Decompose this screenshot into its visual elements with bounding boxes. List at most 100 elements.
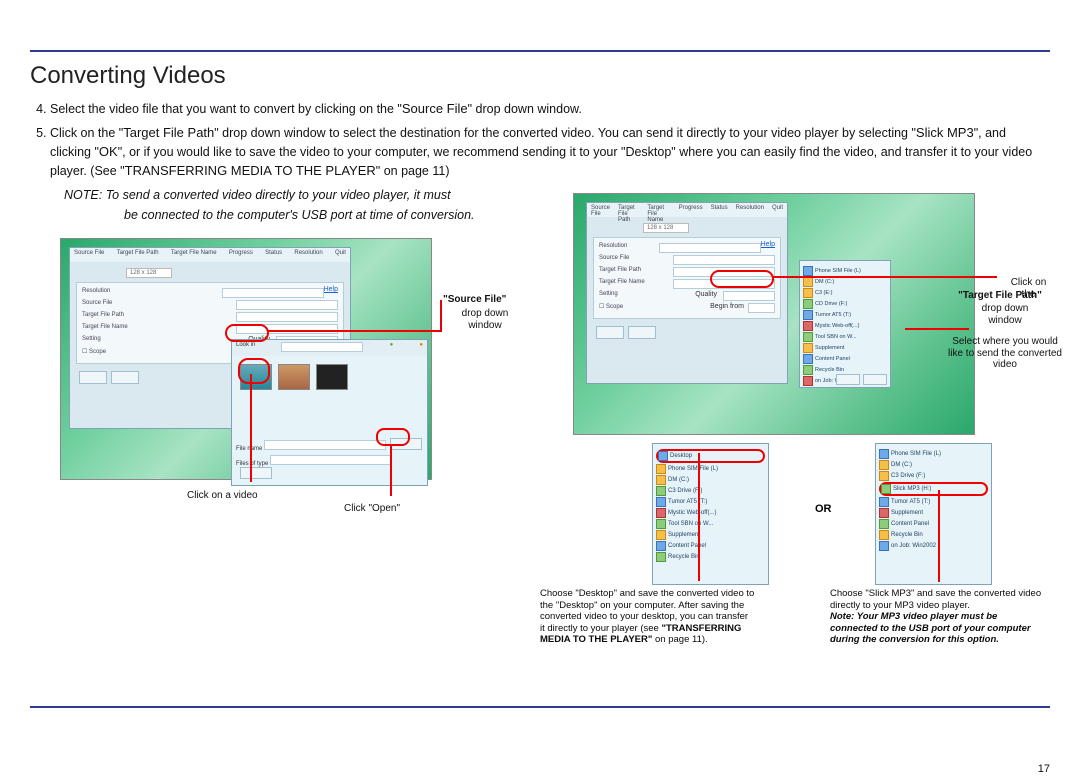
btn-b[interactable] <box>111 371 139 384</box>
redline-vid-v <box>250 374 252 482</box>
folder-item[interactable]: Content Panel <box>879 519 988 529</box>
step-4: Select the video file that you want to c… <box>50 100 1050 119</box>
fieldr-res[interactable] <box>659 243 761 253</box>
fieldr-begin[interactable] <box>748 303 775 313</box>
folder-item[interactable]: Phone SIM File (L) <box>656 464 765 474</box>
figures-area: Source File Target File Path Target File… <box>30 228 1050 698</box>
folder-item[interactable]: CD Drive (F:) <box>803 299 887 309</box>
redline-tfp-h <box>772 276 997 278</box>
lbl-tfn: Target File Name <box>82 324 128 334</box>
red-circle-open <box>376 428 410 446</box>
lblr-res: Resolution <box>599 243 627 253</box>
redline-popR-v <box>938 490 940 582</box>
note-label: NOTE: <box>64 188 102 202</box>
btnr-b[interactable] <box>628 326 656 339</box>
lblr-src: Source File <box>599 255 629 265</box>
red-circle-tfp <box>710 270 774 288</box>
redline-sel-h <box>905 328 969 330</box>
cancel-button-r[interactable] <box>863 374 887 385</box>
help-link-r[interactable]: Help <box>761 241 775 248</box>
source-file-dropdown[interactable] <box>236 300 338 310</box>
quote-source-file: Source File <box>402 101 468 116</box>
video-thumb-2[interactable] <box>278 364 310 390</box>
folder-item[interactable]: C3 Drive (F:) <box>656 486 765 496</box>
converter-window-r: Source File Target File Path Target File… <box>586 202 788 384</box>
address-field[interactable] <box>281 342 363 352</box>
video-thumb-3[interactable] <box>316 364 348 390</box>
folder-item[interactable]: Mystic Web-off(...) <box>656 508 765 518</box>
callout-click-open: Click "Open" <box>344 503 400 515</box>
page-number: 17 <box>1038 763 1050 775</box>
quote-ok: OK <box>99 144 118 159</box>
folder-item[interactable]: Phone SIM File (L) <box>803 266 887 276</box>
folder-item[interactable]: Content Panel <box>656 541 765 551</box>
col-source: Source File <box>70 248 108 262</box>
callout-source-file: "Source File" <box>443 294 506 306</box>
caption-slick: Choose "Slick MP3" and save the converte… <box>830 588 1045 645</box>
colr-quit: Quit <box>768 203 787 217</box>
lbl-tfp: Target File Path <box>82 312 124 322</box>
folder-item[interactable]: Tumor AT5 (T:) <box>879 497 988 507</box>
folder-item[interactable]: Supplement <box>803 343 887 353</box>
folder-item[interactable]: Recycle Bin <box>656 552 765 562</box>
callout-tf-sel: Select where you would like to send the … <box>945 336 1065 371</box>
folder-item[interactable]: Tool SBN on W... <box>803 332 887 342</box>
cap-l-text2: on page 11). <box>652 634 707 645</box>
field-res[interactable] <box>222 288 324 298</box>
lblr-q: Quality <box>695 291 717 301</box>
file-header: Look in ●● <box>232 340 427 356</box>
folder-item[interactable]: on Job: Win2002 <box>879 541 988 551</box>
folder-item[interactable]: DM (C:) <box>803 277 887 287</box>
lblr-tfn: Target File Name <box>599 279 645 289</box>
step-5: Click on the "Target File Path" drop dow… <box>50 124 1050 181</box>
folder-item[interactable]: Supplement <box>656 530 765 540</box>
text: Select the video file that you want to c… <box>50 102 402 116</box>
cancel-button[interactable] <box>240 467 272 479</box>
lbl-res: Resolution <box>82 288 110 298</box>
text: " drop down window to select the destina… <box>214 126 916 140</box>
file-name-field[interactable] <box>264 440 386 450</box>
col-name: Target File Name <box>167 248 221 262</box>
folder-item[interactable]: Content Panel <box>803 354 887 364</box>
folder-item[interactable]: Phone SIM File (L) <box>879 449 988 459</box>
folder-item[interactable]: Supplement <box>879 508 988 518</box>
folder-item[interactable]: DM (C:) <box>656 475 765 485</box>
col-quit: Quit <box>331 248 350 262</box>
popup-list-right: Phone SIM File (L)DM (C:)C3 Drive (F:)Sl… <box>876 444 991 556</box>
folder-item[interactable]: Tool SBN on W... <box>656 519 765 529</box>
col-status: Status <box>261 248 286 262</box>
col-progress: Progress <box>225 248 257 262</box>
caption-desktop: Choose "Desktop" and save the converted … <box>540 588 755 645</box>
folder-item[interactable]: C3 Drive (F:) <box>879 471 988 481</box>
folder-item[interactable]: Slick MP3 (H:) <box>879 482 988 496</box>
folder-item[interactable]: Tumor AT5 (T:) <box>656 497 765 507</box>
help-link[interactable]: Help <box>324 286 338 293</box>
folder-item[interactable]: Tumor AT5 (T:) <box>803 310 887 320</box>
btnr-a[interactable] <box>596 326 624 339</box>
note-text: To send a converted video directly to yo… <box>106 188 451 202</box>
converter-header-r: Source File Target File Path Target File… <box>587 203 787 217</box>
btn-a[interactable] <box>79 371 107 384</box>
text: " on page 11) <box>376 164 450 178</box>
or-label: OR <box>815 503 832 515</box>
popup-desktop: DesktopPhone SIM File (L)DM (C:)C3 Drive… <box>652 443 769 585</box>
cap-r-text: Choose "Slick MP3" and save the converte… <box>830 588 1041 610</box>
folder-item[interactable]: DM (C:) <box>879 460 988 470</box>
col-target: Target File Path <box>113 248 163 262</box>
rule-top <box>30 50 1050 52</box>
folder-item[interactable]: Mystic Web-off(...) <box>803 321 887 331</box>
fieldr-src[interactable] <box>673 255 775 265</box>
colr-res: Resolution <box>732 203 768 217</box>
folder-item[interactable]: Desktop <box>656 449 765 463</box>
lblr-scope: Scope <box>606 304 623 310</box>
ok-button[interactable] <box>836 374 860 385</box>
file-type-field[interactable] <box>270 455 392 465</box>
folder-tree: Phone SIM File (L)DM (C:)C3 (E:)CD Drive… <box>799 260 891 388</box>
field-tfp[interactable] <box>236 312 338 322</box>
folder-item[interactable]: Recycle Bin <box>879 530 988 540</box>
folder-item[interactable]: C3 (E:) <box>803 288 887 298</box>
cap-r-note: Note: Your MP3 video player must be conn… <box>830 611 1031 645</box>
fieldr-q[interactable] <box>723 291 775 301</box>
popup-slick: Phone SIM File (L)DM (C:)C3 Drive (F:)Sl… <box>875 443 992 585</box>
callout-tf-hd: "Target File Path" <box>940 290 1060 302</box>
